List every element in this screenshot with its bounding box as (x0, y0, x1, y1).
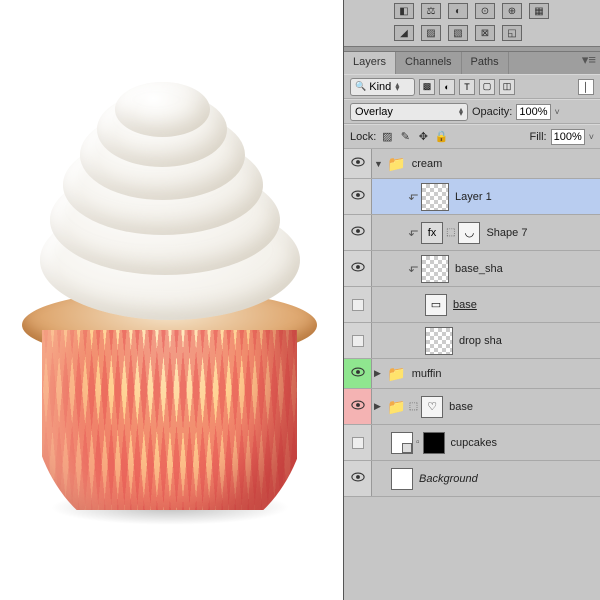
tab-layers[interactable]: Layers (344, 52, 396, 74)
filter-adjust-icon[interactable]: ◐ (439, 79, 455, 95)
layer-layer1[interactable]: ↳ Layer 1 (344, 179, 600, 215)
lock-all-icon[interactable]: 🔒 (434, 130, 448, 143)
panel-menu-icon[interactable]: ▾≡ (578, 52, 600, 74)
link-icon[interactable]: ▫ (416, 437, 420, 448)
layer-thumbnail[interactable] (425, 327, 453, 355)
tool-icon[interactable]: ▨ (421, 25, 441, 41)
tab-channels[interactable]: Channels (396, 52, 461, 74)
tool-icon[interactable]: ⚖ (421, 3, 441, 19)
clip-arrow-icon: ↳ (406, 264, 420, 274)
filter-shape-icon[interactable]: ▢ (479, 79, 495, 95)
folder-icon: 📁 (387, 365, 406, 383)
shape-thumbnail[interactable]: ▭ (425, 294, 447, 316)
visibility-icon[interactable] (351, 226, 365, 239)
layer-group-base[interactable]: ▶ 📁 ⬚ ♡ base (344, 389, 600, 425)
layer-thumbnail[interactable] (421, 255, 449, 283)
link-icon[interactable]: ⬚ (446, 227, 455, 238)
filter-pixel-icon[interactable]: ▩ (419, 79, 435, 95)
tool-icon[interactable]: ◧ (394, 3, 414, 19)
link-icon[interactable]: ⬚ (409, 401, 418, 412)
clip-arrow-icon: ↳ (406, 228, 420, 238)
layer-cupcakes[interactable]: ▫ cupcakes (344, 425, 600, 461)
options-icons-row1: ◧ ⚖ ◐ ⊙ ⊕ ▦ (344, 0, 600, 22)
filter-kind-select[interactable]: 🔍 Kind▴▾ (350, 78, 415, 96)
panel-tabs: Layers Channels Paths ▾≡ (344, 52, 600, 74)
tool-icon[interactable]: ⊙ (475, 3, 495, 19)
layer-thumbnail[interactable] (391, 468, 413, 490)
disclosure-icon[interactable]: ▶ (374, 401, 384, 412)
lock-position-icon[interactable]: ✥ (416, 130, 430, 143)
layer-group-cream[interactable]: ▼ 📁 cream (344, 149, 600, 179)
tab-paths[interactable]: Paths (462, 52, 509, 74)
visibility-icon[interactable] (351, 400, 365, 413)
filter-toggle[interactable]: │ (578, 79, 594, 95)
options-icons-row2: ◢ ▨ ▧ ⊠ ◱ (344, 22, 600, 44)
layer-mask[interactable] (423, 432, 445, 454)
layers-list: ▼ 📁 cream ↳ Layer 1 (344, 149, 600, 497)
tool-icon[interactable]: ▦ (529, 3, 549, 19)
visibility-icon[interactable] (351, 367, 365, 380)
visibility-icon[interactable] (351, 157, 365, 170)
blend-mode-select[interactable]: Overlay▴▾ (350, 103, 468, 121)
tool-icon[interactable]: ◱ (502, 25, 522, 41)
lock-label: Lock: (350, 131, 376, 143)
lock-transparency-icon[interactable]: ▨ (380, 130, 394, 143)
clip-arrow-icon: ↳ (406, 192, 420, 202)
fill-input[interactable]: 100% (551, 129, 585, 145)
lock-pixels-icon[interactable]: ✎ (398, 130, 412, 143)
filter-type-icon[interactable]: T (459, 79, 475, 95)
disclosure-icon[interactable]: ▼ (374, 159, 384, 169)
visibility-icon[interactable] (351, 190, 365, 203)
tool-icon[interactable]: ⊠ (475, 25, 495, 41)
layer-base-sha[interactable]: ↳ base_sha (344, 251, 600, 287)
disclosure-icon[interactable]: ▶ (374, 368, 384, 379)
visibility-icon[interactable] (351, 262, 365, 275)
tool-icon[interactable]: ▧ (448, 25, 468, 41)
tool-icon[interactable]: ◢ (394, 25, 414, 41)
visibility-off[interactable] (352, 299, 364, 311)
filter-row: 🔍 Kind▴▾ ▩ ◐ T ▢ ◫ │ (344, 74, 600, 99)
layer-base-shape[interactable]: ▭ base (344, 287, 600, 323)
layer-background[interactable]: Background (344, 461, 600, 497)
vector-mask[interactable]: ◡ (458, 222, 480, 244)
visibility-off[interactable] (352, 335, 364, 347)
fx-badge[interactable]: fx (421, 222, 443, 244)
filter-smart-icon[interactable]: ◫ (499, 79, 515, 95)
folder-icon: 📁 (387, 398, 406, 416)
smart-object-thumbnail[interactable] (391, 432, 413, 454)
layer-group-muffin[interactable]: ▶ 📁 muffin (344, 359, 600, 389)
visibility-off[interactable] (352, 437, 364, 449)
visibility-icon[interactable] (351, 472, 365, 485)
cupcake-artwork (10, 80, 330, 300)
opacity-label: Opacity: (472, 106, 512, 118)
folder-icon: 📁 (387, 155, 406, 173)
group-mask[interactable]: ♡ (421, 396, 443, 418)
fill-label: Fill: (529, 131, 546, 143)
layer-drop-sha[interactable]: drop sha (344, 323, 600, 359)
tool-icon[interactable]: ⊕ (502, 3, 522, 19)
opacity-input[interactable]: 100% (516, 104, 550, 120)
layer-thumbnail[interactable] (421, 183, 449, 211)
tool-icon[interactable]: ◐ (448, 3, 468, 19)
layer-shape7[interactable]: ↳ fx ⬚ ◡ Shape 7 (344, 215, 600, 251)
canvas-area (0, 0, 343, 600)
